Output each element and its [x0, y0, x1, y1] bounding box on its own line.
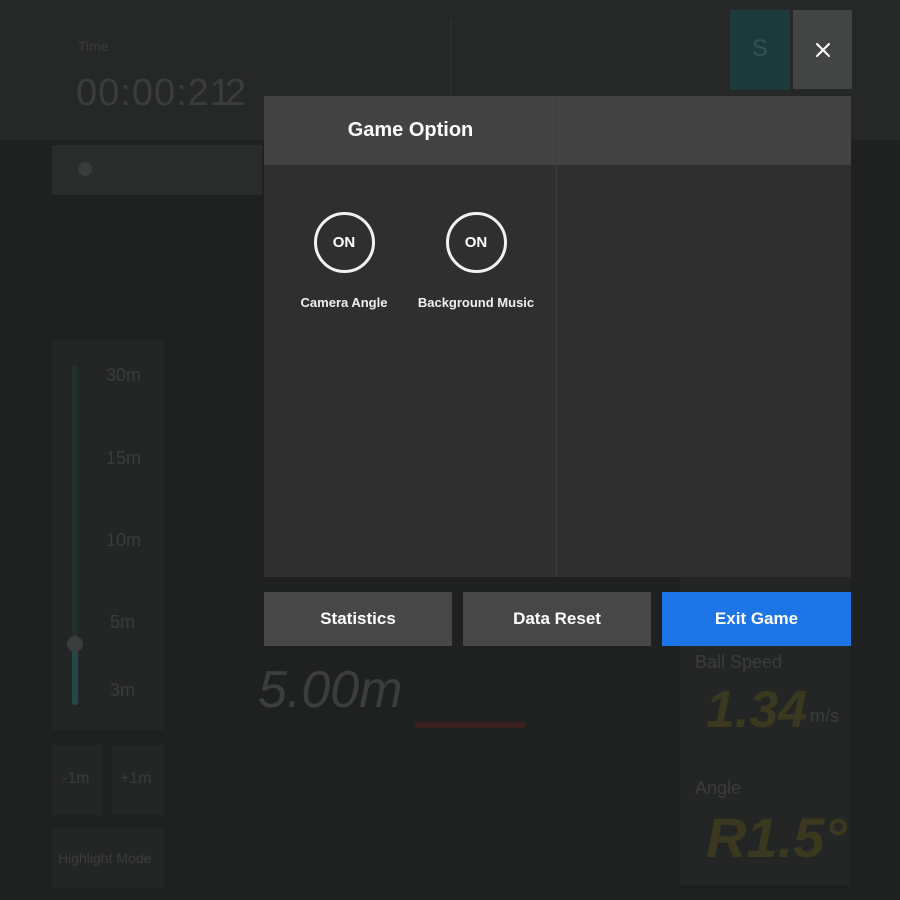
hud-divider: [450, 20, 452, 100]
minus-step-label: -1m: [62, 770, 90, 787]
distance-readout: 5.00m: [258, 661, 403, 719]
distance-gauge-knob: [67, 636, 83, 652]
statistics-button[interactable]: Statistics: [264, 592, 452, 646]
timer-value: 00:00:21: [76, 72, 232, 114]
game-option-dialog: Game Option ON Camera Angle ON Backgroun…: [264, 96, 851, 577]
distance-gauge-fill: [72, 645, 78, 705]
close-icon: [815, 42, 830, 57]
ball-speed-value: 1.34: [706, 681, 808, 739]
plus-step-label: +1m: [120, 770, 152, 787]
ball-speed-unit: m/s: [810, 706, 839, 726]
background-music-label: Background Music: [417, 295, 535, 310]
camera-angle-toggle[interactable]: ON Camera Angle: [269, 212, 419, 310]
gauge-tick: 30m: [106, 365, 142, 385]
gauge-tick: 10m: [106, 530, 142, 550]
gauge-tick: 15m: [106, 448, 142, 468]
gauge-tick: 3m: [110, 680, 136, 700]
gauge-tick: 5m: [110, 612, 136, 632]
status-dot-icon: [78, 162, 92, 176]
timer-label: Time: [78, 38, 109, 54]
hud-teal-box-label: S: [752, 35, 769, 62]
background-music-toggle-button[interactable]: ON: [445, 212, 507, 273]
dialog-header: Game Option: [264, 96, 851, 165]
ball-speed-label: Ball Speed: [695, 652, 783, 672]
background-music-toggle[interactable]: ON Background Music: [401, 212, 551, 310]
angle-value: R1.5°: [706, 806, 847, 869]
angle-label: Angle: [695, 778, 742, 798]
close-button[interactable]: [793, 10, 852, 89]
timer-extra: 2: [225, 72, 247, 114]
exit-game-button[interactable]: Exit Game: [662, 592, 851, 646]
dialog-title: Game Option: [347, 119, 474, 141]
dialog-divider: [556, 96, 557, 577]
distance-underline: [415, 722, 525, 728]
highlight-mode-label: Highlight Mode: [58, 850, 152, 866]
data-reset-button[interactable]: Data Reset: [463, 592, 651, 646]
camera-angle-label: Camera Angle: [300, 295, 388, 310]
camera-angle-toggle-button[interactable]: ON: [313, 212, 375, 273]
